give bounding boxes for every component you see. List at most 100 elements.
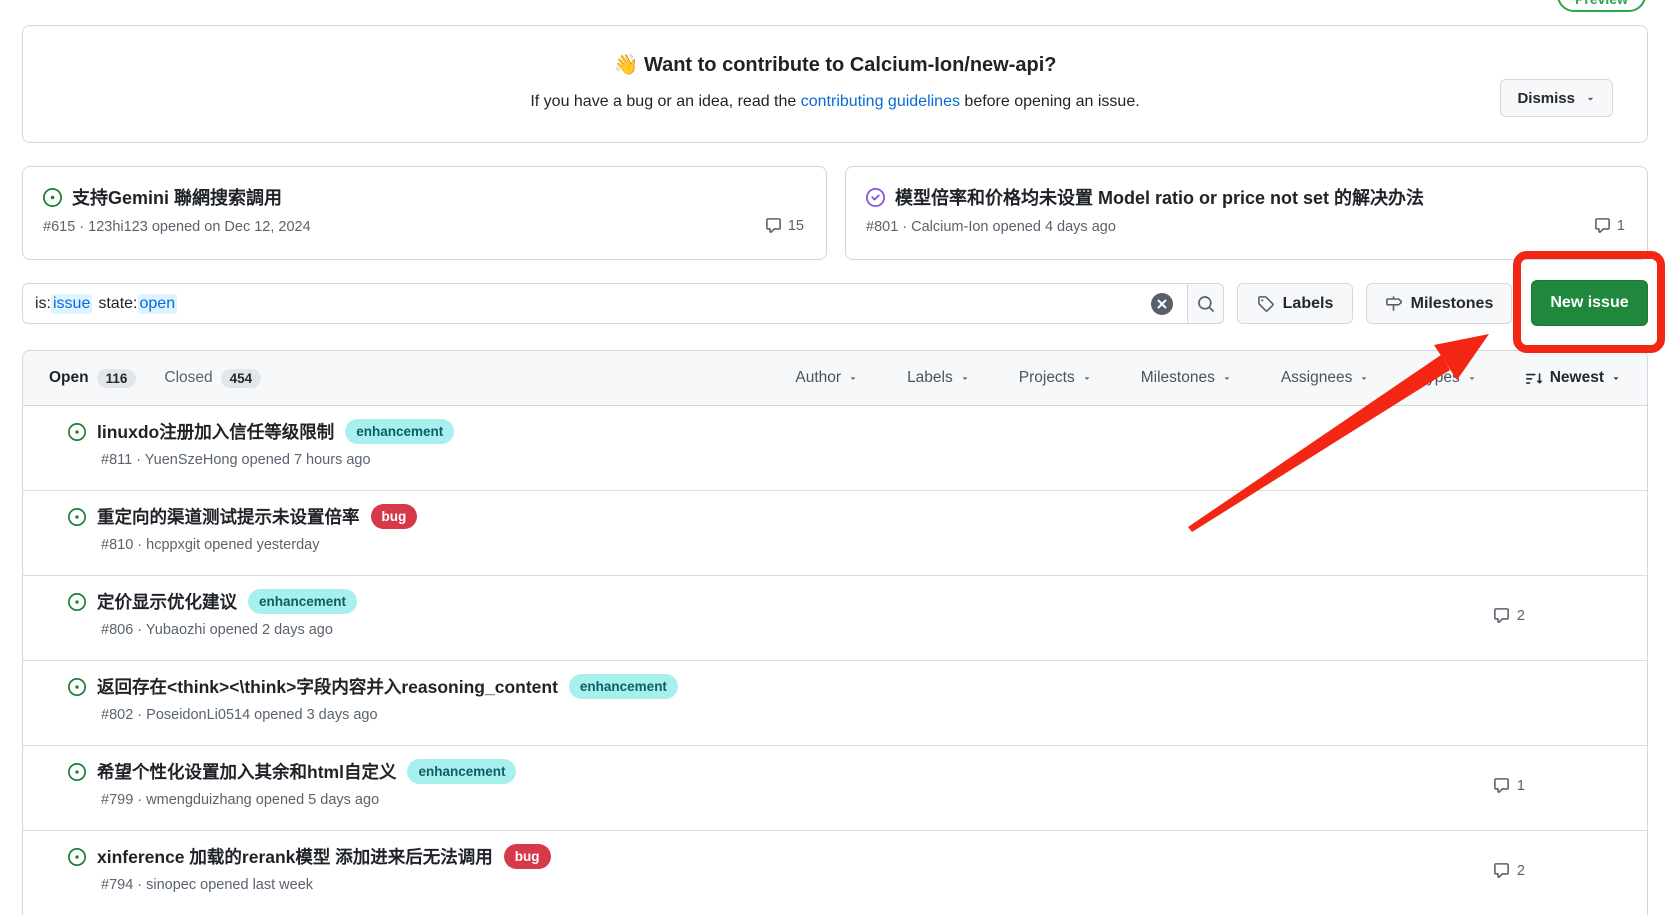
issue-meta: #794 · sinopec opened last week (101, 877, 1647, 893)
issue-title[interactable]: 希望个性化设置加入其余和html自定义 (97, 759, 396, 784)
filter-label: Projects (1019, 369, 1075, 387)
preview-button[interactable]: Preview (1557, 0, 1646, 12)
issue-meta: #799 · wmengduizhang opened 5 days ago (101, 792, 1647, 808)
issue-label-enhancement[interactable]: enhancement (407, 759, 516, 784)
search-input[interactable]: is:issuestate:open (22, 283, 1187, 324)
issue-row[interactable]: xinference 加载的rerank模型 添加进来后无法调用 bug #79… (23, 831, 1647, 915)
issue-title[interactable]: 定价显示优化建议 (97, 589, 237, 614)
banner-title: 👋 Want to contribute to Calcium-Ion/new-… (23, 52, 1647, 77)
pinned-issue-card[interactable]: 模型倍率和价格均未设置 Model ratio or price not set… (845, 166, 1648, 260)
comment-count[interactable]: 2 (1493, 862, 1525, 879)
issue-open-icon (68, 508, 86, 526)
issue-closed-icon (866, 188, 885, 207)
dismiss-label: Dismiss (1517, 90, 1575, 107)
pinned-issue-card[interactable]: 支持Gemini 聯網搜索調用 #615 · 123hi123 opened o… (22, 166, 827, 260)
clear-search-icon[interactable] (1151, 293, 1173, 315)
issue-open-icon (68, 763, 86, 781)
issue-row[interactable]: 希望个性化设置加入其余和html自定义 enhancement #799 · w… (23, 746, 1647, 831)
closed-issues-tab[interactable]: Closed 454 (164, 369, 261, 388)
filter-milestones[interactable]: Milestones (1141, 369, 1232, 387)
chevron-down-icon (1082, 373, 1092, 383)
issue-meta: #810 · hcppxgit opened yesterday (101, 537, 1647, 553)
search-token-open: open (138, 294, 178, 314)
issue-title[interactable]: linuxdo注册加入信任等级限制 (97, 419, 334, 444)
pinned-issue-meta: #615 · 123hi123 opened on Dec 12, 2024 (43, 219, 806, 235)
search-qualifier: is: (35, 295, 51, 313)
comment-icon (1594, 217, 1611, 234)
milestones-button-label: Milestones (1411, 295, 1494, 313)
closed-label: Closed (164, 369, 212, 387)
milestone-icon (1385, 295, 1402, 312)
filter-label: Labels (907, 369, 953, 387)
milestones-button[interactable]: Milestones (1366, 283, 1512, 324)
comment-count[interactable]: 15 (765, 217, 804, 234)
filter-label: Milestones (1141, 369, 1215, 387)
issue-label-enhancement[interactable]: enhancement (569, 674, 678, 699)
chevron-down-icon (1359, 373, 1369, 383)
comment-count-value: 2 (1517, 863, 1525, 879)
issue-meta: #811 · YuenSzeHong opened 7 hours ago (101, 452, 1647, 468)
filter-assignees[interactable]: Assignees (1281, 369, 1370, 387)
contributing-guidelines-link[interactable]: contributing guidelines (801, 93, 960, 110)
issue-open-icon (68, 423, 86, 441)
search-token-issue: issue (51, 294, 92, 314)
sort-label: Newest (1550, 369, 1604, 387)
tag-icon (1257, 295, 1274, 312)
issue-open-icon (68, 848, 86, 866)
issue-label-enhancement[interactable]: enhancement (345, 419, 454, 444)
issue-title[interactable]: 返回存在<think><\think>字段内容并入reasoning_conte… (97, 674, 558, 699)
dismiss-button[interactable]: Dismiss (1500, 79, 1613, 117)
search-button[interactable] (1187, 283, 1224, 324)
filter-types[interactable]: Types (1418, 369, 1476, 387)
pinned-issue-meta: #801 · Calcium-Ion opened 4 days ago (866, 219, 1627, 235)
issue-title[interactable]: xinference 加载的rerank模型 添加进来后无法调用 (97, 844, 493, 869)
open-count-badge: 116 (97, 369, 137, 388)
comment-count[interactable]: 1 (1493, 777, 1525, 794)
issue-row[interactable]: 重定向的渠道测试提示未设置倍率 bug #810 · hcppxgit open… (23, 491, 1647, 576)
chevron-down-icon (1222, 373, 1232, 383)
chevron-down-icon (960, 373, 970, 383)
comment-count-value: 2 (1517, 608, 1525, 624)
closed-count-badge: 454 (221, 369, 262, 388)
comment-count[interactable]: 2 (1493, 607, 1525, 624)
filter-label: Assignees (1281, 369, 1353, 387)
comment-icon (1493, 777, 1510, 794)
issue-label-enhancement[interactable]: enhancement (248, 589, 357, 614)
comment-count[interactable]: 1 (1594, 217, 1625, 234)
chevron-down-icon (1467, 373, 1477, 383)
sort-dropdown[interactable]: Newest (1526, 369, 1621, 387)
issue-open-icon (68, 593, 86, 611)
banner-subtitle: If you have a bug or an idea, read the c… (23, 93, 1647, 111)
chevron-down-icon (848, 373, 858, 383)
pinned-issue-title[interactable]: 支持Gemini 聯網搜索調用 (72, 184, 282, 210)
issue-title[interactable]: 重定向的渠道测试提示未设置倍率 (97, 504, 360, 529)
open-issues-tab[interactable]: Open 116 (49, 369, 136, 388)
pinned-issue-title[interactable]: 模型倍率和价格均未设置 Model ratio or price not set… (895, 184, 1424, 210)
comment-count-value: 1 (1517, 778, 1525, 794)
search-group: is:issuestate:open (22, 283, 1224, 324)
contribute-banner: 👋 Want to contribute to Calcium-Ion/new-… (22, 25, 1648, 143)
issue-open-icon (43, 188, 62, 207)
filter-author[interactable]: Author (795, 369, 858, 387)
issue-label-bug[interactable]: bug (504, 844, 551, 869)
open-label: Open (49, 369, 89, 387)
github-issues-page: Preview 👋 Want to contribute to Calcium-… (0, 0, 1671, 915)
chevron-down-icon (1611, 373, 1621, 383)
new-issue-label: New issue (1550, 294, 1628, 312)
issue-row[interactable]: 定价显示优化建议 enhancement #806 · Yubaozhi ope… (23, 576, 1647, 661)
labels-button[interactable]: Labels (1237, 283, 1353, 324)
comment-count-value: 1 (1617, 218, 1625, 234)
comment-count-value: 15 (788, 218, 804, 234)
issue-open-icon (68, 678, 86, 696)
issue-label-bug[interactable]: bug (371, 504, 418, 529)
issue-row[interactable]: 返回存在<think><\think>字段内容并入reasoning_conte… (23, 661, 1647, 746)
issue-meta: #802 · PoseidonLi0514 opened 3 days ago (101, 707, 1647, 723)
banner-subtitle-before: If you have a bug or an idea, read the (530, 93, 800, 110)
filter-labels[interactable]: Labels (907, 369, 970, 387)
comment-icon (1493, 862, 1510, 879)
filter-projects[interactable]: Projects (1019, 369, 1092, 387)
filter-label: Types (1418, 369, 1459, 387)
filter-bar: Author Labels Projects Milestones Assign… (795, 369, 1621, 387)
new-issue-button[interactable]: New issue (1531, 280, 1648, 326)
issue-row[interactable]: linuxdo注册加入信任等级限制 enhancement #811 · Yue… (23, 406, 1647, 491)
